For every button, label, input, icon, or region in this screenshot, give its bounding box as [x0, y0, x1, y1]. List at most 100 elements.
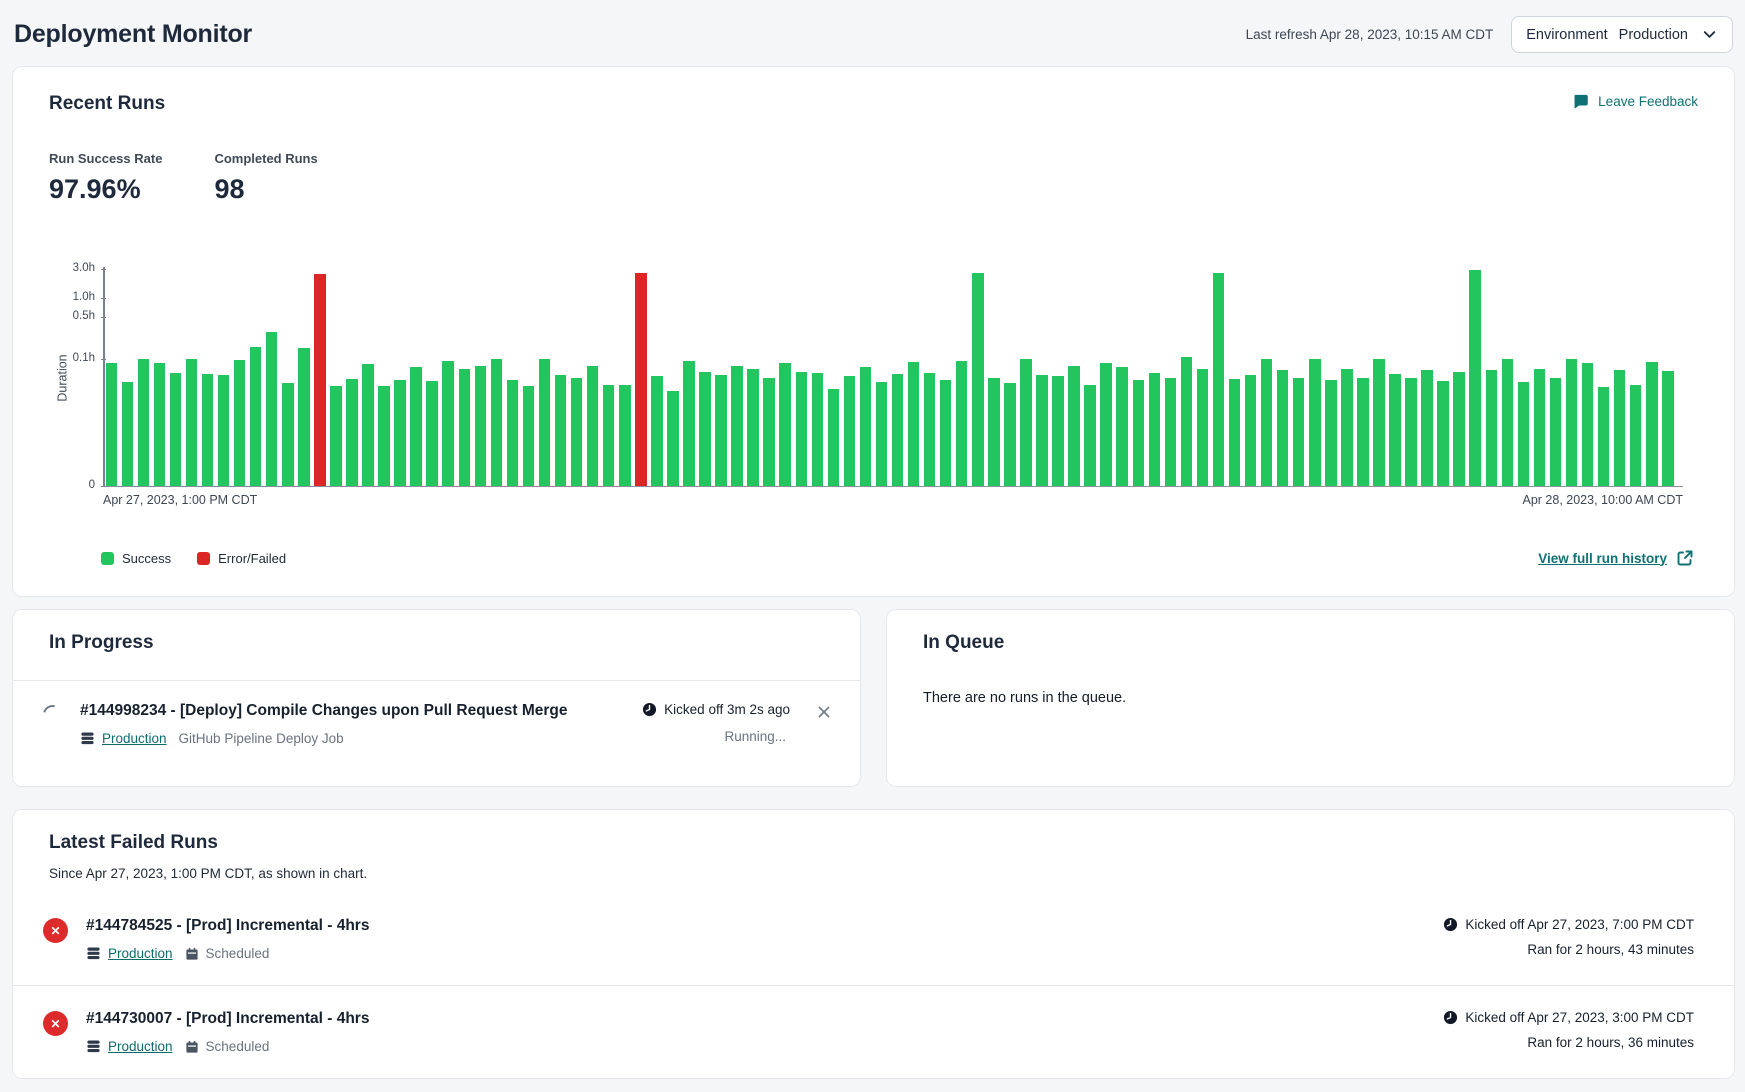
run-bar[interactable] — [635, 273, 647, 486]
run-bar[interactable] — [1100, 363, 1112, 487]
run-bar[interactable] — [1502, 359, 1514, 486]
run-bar[interactable] — [1405, 378, 1417, 487]
run-bar[interactable] — [523, 386, 535, 486]
run-bar[interactable] — [972, 273, 984, 486]
run-bar[interactable] — [1646, 362, 1658, 486]
run-bar[interactable] — [507, 380, 519, 486]
run-bar[interactable] — [186, 359, 198, 486]
run-bar[interactable] — [298, 348, 310, 486]
run-bar[interactable] — [1213, 273, 1225, 486]
close-icon[interactable] — [816, 704, 832, 720]
run-bar[interactable] — [250, 347, 262, 486]
run-bar[interactable] — [1437, 381, 1449, 486]
run-bar[interactable] — [796, 372, 808, 486]
run-bar[interactable] — [459, 369, 471, 486]
run-bar[interactable] — [138, 359, 150, 486]
run-bar[interactable] — [1486, 370, 1498, 486]
run-bar[interactable] — [394, 380, 406, 486]
environment-link[interactable]: Production — [86, 1039, 173, 1054]
run-bar[interactable] — [924, 373, 936, 486]
run-bar[interactable] — [170, 373, 182, 486]
run-bar[interactable] — [1469, 270, 1481, 487]
run-bar[interactable] — [1662, 371, 1674, 486]
run-bar[interactable] — [218, 375, 230, 486]
run-bar[interactable] — [410, 367, 422, 486]
run-bar[interactable] — [747, 369, 759, 486]
run-bar[interactable] — [731, 366, 743, 486]
run-bar[interactable] — [234, 360, 246, 486]
run-bar[interactable] — [1277, 370, 1289, 486]
run-bar[interactable] — [106, 363, 118, 486]
run-bar[interactable] — [1133, 380, 1145, 486]
run-bar[interactable] — [1084, 385, 1096, 486]
run-bar[interactable] — [667, 391, 679, 486]
run-bar[interactable] — [1020, 359, 1032, 486]
run-bar[interactable] — [812, 373, 824, 486]
run-bar[interactable] — [1421, 370, 1433, 486]
run-bar[interactable] — [1036, 375, 1048, 486]
run-bar[interactable] — [346, 379, 358, 486]
run-bar[interactable] — [1598, 387, 1610, 486]
run-bar[interactable] — [1582, 363, 1594, 486]
run-bar[interactable] — [154, 363, 166, 487]
run-bar[interactable] — [1630, 385, 1642, 486]
run-bar[interactable] — [1534, 369, 1546, 486]
run-bar[interactable] — [828, 389, 840, 487]
run-bar[interactable] — [908, 362, 920, 486]
run-bar[interactable] — [330, 386, 342, 487]
run-bar[interactable] — [876, 382, 888, 487]
run-bar[interactable] — [699, 372, 711, 486]
run-bar[interactable] — [1357, 378, 1369, 487]
run-bar[interactable] — [571, 378, 583, 487]
run-bar[interactable] — [362, 364, 374, 486]
run-bar[interactable] — [1068, 366, 1080, 486]
run-bar[interactable] — [1245, 375, 1257, 486]
run-bar[interactable] — [1373, 359, 1385, 486]
run-bar[interactable] — [1389, 374, 1401, 486]
run-bar[interactable] — [988, 378, 1000, 487]
run-bar[interactable] — [1518, 382, 1530, 486]
run-bar[interactable] — [1197, 369, 1209, 486]
run-bar[interactable] — [1293, 378, 1305, 487]
run-bar[interactable] — [1325, 380, 1337, 486]
run-bar[interactable] — [539, 359, 551, 486]
run-bar[interactable] — [1309, 359, 1321, 486]
run-bar[interactable] — [555, 375, 567, 486]
run-bar[interactable] — [1341, 369, 1353, 486]
run-bar[interactable] — [763, 378, 775, 487]
run-bar[interactable] — [1181, 357, 1193, 486]
environment-link[interactable]: Production — [80, 731, 167, 746]
environment-link[interactable]: Production — [86, 946, 173, 961]
run-bar[interactable] — [1052, 376, 1064, 486]
run-bar[interactable] — [844, 376, 856, 486]
run-bar[interactable] — [442, 361, 454, 487]
view-full-run-history-link[interactable]: View full run history — [1538, 549, 1694, 567]
run-bar[interactable] — [779, 363, 791, 486]
run-bar[interactable] — [1004, 383, 1016, 486]
run-bar[interactable] — [1566, 359, 1578, 486]
run-bar[interactable] — [587, 366, 599, 486]
leave-feedback-link[interactable]: Leave Feedback — [1572, 93, 1698, 110]
run-bar[interactable] — [426, 381, 438, 486]
run-bar[interactable] — [956, 361, 968, 486]
run-bar[interactable] — [651, 376, 663, 486]
run-bar[interactable] — [619, 385, 631, 486]
run-bar[interactable] — [1261, 359, 1273, 486]
run-bar[interactable] — [1614, 370, 1626, 486]
run-bar[interactable] — [1453, 372, 1465, 486]
run-bar[interactable] — [202, 374, 214, 486]
run-bar[interactable] — [940, 380, 952, 486]
run-bar[interactable] — [475, 366, 487, 486]
run-bar[interactable] — [266, 332, 278, 486]
run-bar[interactable] — [1229, 379, 1241, 486]
run-bar[interactable] — [282, 383, 294, 486]
run-bar[interactable] — [860, 367, 872, 486]
run-bar[interactable] — [122, 382, 134, 486]
environment-dropdown[interactable]: Environment Production — [1511, 16, 1733, 53]
run-bar[interactable] — [892, 374, 904, 486]
run-bar[interactable] — [314, 274, 326, 486]
run-bar[interactable] — [715, 375, 727, 487]
run-bar[interactable] — [1550, 378, 1562, 487]
run-bar[interactable] — [603, 385, 615, 486]
run-bar[interactable] — [1149, 373, 1161, 486]
